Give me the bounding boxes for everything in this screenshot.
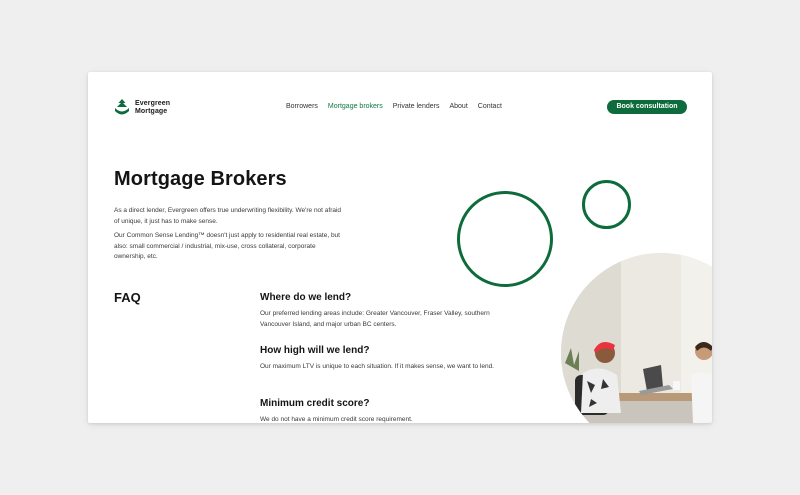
faq-answer: We do not have a minimum credit score re… bbox=[260, 416, 413, 423]
faq-question: Where do we lend? bbox=[260, 292, 352, 303]
faq-question: How high will we lend? bbox=[260, 345, 370, 356]
decorative-ring-large bbox=[457, 191, 553, 287]
book-consultation-button[interactable]: Book consultation bbox=[607, 100, 687, 114]
brand-line-2: Mortgage bbox=[135, 108, 168, 115]
decorative-ring-small bbox=[582, 180, 631, 229]
brand-line-1: Evergreen bbox=[135, 100, 171, 107]
nav-private-lenders[interactable]: Private lenders bbox=[393, 103, 440, 110]
faq-heading: FAQ bbox=[114, 290, 141, 305]
nav-contact[interactable]: Contact bbox=[478, 103, 502, 110]
lending-scope-paragraph: Our Common Sense Lending™ doesn't just a… bbox=[114, 232, 340, 260]
faq-answer: Our preferred lending areas include: Gre… bbox=[260, 310, 490, 328]
page-title: Mortgage Brokers bbox=[114, 168, 287, 190]
intro-paragraph: As a direct lender, Evergreen offers tru… bbox=[114, 207, 342, 225]
nav-about[interactable]: About bbox=[449, 103, 467, 110]
meeting-photo bbox=[561, 253, 712, 423]
nav-borrowers[interactable]: Borrowers bbox=[286, 103, 318, 110]
faq-question: Minimum credit score? bbox=[260, 398, 370, 409]
nav-mortgage-brokers[interactable]: Mortgage brokers bbox=[328, 103, 383, 110]
brand-logo[interactable]: Evergreen Mortgage bbox=[113, 98, 170, 118]
brand-name: Evergreen Mortgage bbox=[135, 100, 170, 116]
main-nav: Borrowers Mortgage brokers Private lende… bbox=[286, 103, 512, 110]
page-card: Evergreen Mortgage Borrowers Mortgage br… bbox=[88, 72, 712, 423]
evergreen-logo-icon bbox=[115, 99, 129, 115]
faq-answer: Our maximum LTV is unique to each situat… bbox=[260, 363, 494, 370]
